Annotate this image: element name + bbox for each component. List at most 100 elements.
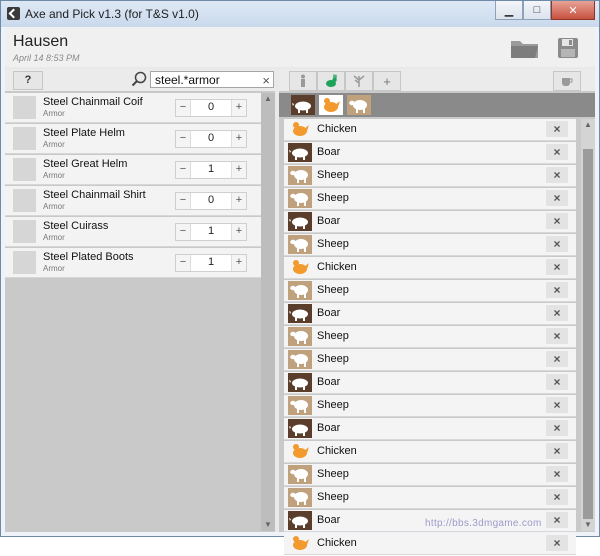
animal-row[interactable]: Chicken × [284, 441, 576, 463]
decrement-button[interactable]: − [176, 193, 191, 209]
animal-row[interactable]: Sheep × [284, 464, 576, 486]
quantity-value[interactable]: 0 [190, 132, 232, 144]
help-button[interactable]: ? [13, 71, 43, 90]
increment-button[interactable]: + [231, 162, 246, 178]
animal-row[interactable]: Chicken × [284, 119, 576, 141]
animal-filter-button[interactable] [317, 71, 345, 91]
app-window: Axe and Pick v1.3 (for T&S v1.0) ▁ □ ✕ H… [0, 0, 600, 555]
decrement-button[interactable]: − [176, 100, 191, 116]
scroll-up-icon[interactable]: ▲ [261, 93, 275, 105]
quantity-value[interactable]: 1 [190, 163, 232, 175]
animal-row[interactable]: Boar × [284, 211, 576, 233]
item-row[interactable]: Steel Chainmail Coif Armor − 0 + [5, 93, 261, 123]
animal-name: Sheep [317, 330, 349, 342]
remove-button[interactable]: × [546, 236, 568, 252]
item-row[interactable]: Steel Plated Boots Armor − 1 + [5, 248, 261, 278]
scroll-down-icon[interactable]: ▼ [581, 519, 595, 531]
item-row[interactable]: Steel Cuirass Armor − 1 + [5, 217, 261, 247]
remove-button[interactable]: × [546, 259, 568, 275]
save-icon[interactable] [557, 37, 579, 59]
clear-search-icon[interactable]: × [262, 72, 270, 89]
boar-icon [288, 143, 312, 162]
item-row[interactable]: Steel Chainmail Shirt Armor − 0 + [5, 186, 261, 216]
decrement-button[interactable]: − [176, 224, 191, 240]
animal-row[interactable]: Sheep × [284, 280, 576, 302]
animal-row[interactable]: Boar × [284, 372, 576, 394]
animal-row[interactable]: Chicken × [284, 533, 576, 555]
increment-button[interactable]: + [231, 131, 246, 147]
client-area: Hausen April 14 8:53 PM ? steel.*armor × [5, 27, 595, 555]
remove-button[interactable]: × [546, 328, 568, 344]
item-row[interactable]: Steel Great Helm Armor − 1 + [5, 155, 261, 185]
add-button[interactable]: + [373, 71, 401, 91]
scroll-up-icon[interactable]: ▲ [581, 119, 595, 131]
remove-button[interactable]: × [546, 512, 568, 528]
item-category: Armor [43, 233, 65, 242]
animals-panel: + Chicken × Boar × Sheep × Sheep × Boar × Sheep × Ch… [279, 69, 595, 555]
title-bar[interactable]: Axe and Pick v1.3 (for T&S v1.0) ▁ □ ✕ [1, 1, 599, 27]
sheep-icon [288, 235, 312, 254]
remove-button[interactable]: × [546, 121, 568, 137]
coffee-button[interactable] [553, 71, 581, 91]
animal-row[interactable]: Boar × [284, 303, 576, 325]
animal-row[interactable]: Boar × [284, 142, 576, 164]
quantity-value[interactable]: 0 [190, 101, 232, 113]
remove-button[interactable]: × [546, 466, 568, 482]
remove-button[interactable]: × [546, 305, 568, 321]
remove-button[interactable]: × [546, 167, 568, 183]
crop-filter-button[interactable] [345, 71, 373, 91]
animal-name: Chicken [317, 445, 357, 457]
remove-button[interactable]: × [546, 420, 568, 436]
remove-button[interactable]: × [546, 374, 568, 390]
scrollbar-thumb[interactable] [583, 149, 593, 519]
remove-button[interactable]: × [546, 397, 568, 413]
chicken-icon[interactable] [319, 95, 343, 115]
quantity-value[interactable]: 1 [190, 256, 232, 268]
scroll-down-icon[interactable]: ▼ [261, 519, 275, 531]
animal-list: Chicken × Boar × Sheep × Sheep × Boar × Sheep × Chic… [284, 119, 576, 556]
decrement-button[interactable]: − [176, 255, 191, 271]
animal-row[interactable]: Sheep × [284, 487, 576, 509]
open-folder-icon[interactable] [510, 37, 540, 59]
maximize-button[interactable]: □ [523, 1, 551, 20]
item-row[interactable]: Steel Plate Helm Armor − 0 + [5, 124, 261, 154]
boar-icon[interactable] [291, 95, 315, 115]
animal-row[interactable]: Boar × [284, 418, 576, 440]
search-icon [131, 71, 147, 87]
remove-button[interactable]: × [546, 282, 568, 298]
remove-button[interactable]: × [546, 351, 568, 367]
remove-button[interactable]: × [546, 213, 568, 229]
increment-button[interactable]: + [231, 193, 246, 209]
search-input[interactable]: steel.*armor × [150, 71, 274, 88]
quantity-value[interactable]: 0 [190, 194, 232, 206]
rabbit-icon [326, 74, 337, 87]
minimize-button[interactable]: ▁ [495, 1, 523, 20]
remove-button[interactable]: × [546, 489, 568, 505]
animal-row[interactable]: Sheep × [284, 165, 576, 187]
close-button[interactable]: ✕ [551, 1, 595, 20]
decrement-button[interactable]: − [176, 131, 191, 147]
items-scrollbar[interactable]: ▲ ▼ [261, 93, 275, 531]
quantity-value[interactable]: 1 [190, 225, 232, 237]
animal-row[interactable]: Sheep × [284, 395, 576, 417]
remove-button[interactable]: × [546, 144, 568, 160]
animal-name: Chicken [317, 537, 357, 549]
animal-row[interactable]: Sheep × [284, 188, 576, 210]
remove-button[interactable]: × [546, 190, 568, 206]
increment-button[interactable]: + [231, 255, 246, 271]
animal-row[interactable]: Chicken × [284, 257, 576, 279]
remove-button[interactable]: × [546, 535, 568, 551]
sheep-icon[interactable] [347, 95, 371, 115]
item-category: Armor [43, 140, 65, 149]
increment-button[interactable]: + [231, 100, 246, 116]
increment-button[interactable]: + [231, 224, 246, 240]
decrement-button[interactable]: − [176, 162, 191, 178]
sheep-icon [288, 327, 312, 346]
person-filter-button[interactable] [289, 71, 317, 91]
quantity-stepper: − 0 + [175, 192, 247, 210]
animals-scrollbar[interactable]: ▲ ▼ [581, 119, 595, 531]
remove-button[interactable]: × [546, 443, 568, 459]
animal-row[interactable]: Sheep × [284, 326, 576, 348]
animal-row[interactable]: Sheep × [284, 349, 576, 371]
animal-row[interactable]: Sheep × [284, 234, 576, 256]
